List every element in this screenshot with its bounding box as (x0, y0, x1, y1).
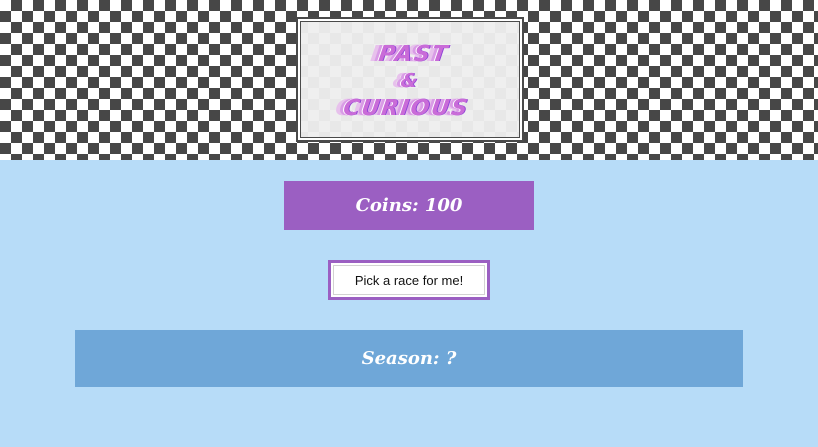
logo-line-2: & (399, 70, 421, 92)
checkered-header: PAST & CURIOUS (0, 0, 818, 160)
logo-line-1: PAST (377, 42, 451, 67)
logo-line-3: CURIOUS (341, 96, 471, 121)
pick-race-label: Pick a race for me! (354, 272, 464, 288)
logo-frame: PAST & CURIOUS (296, 17, 524, 142)
coins-banner: Coins: 100 (284, 181, 534, 230)
season-label: Season: ? (361, 348, 457, 369)
season-banner: Season: ? (75, 330, 743, 387)
pick-race-button[interactable]: Pick a race for me! (328, 260, 490, 300)
game-logo: PAST & CURIOUS (292, 41, 527, 122)
coins-label: Coins: 100 (355, 195, 463, 216)
